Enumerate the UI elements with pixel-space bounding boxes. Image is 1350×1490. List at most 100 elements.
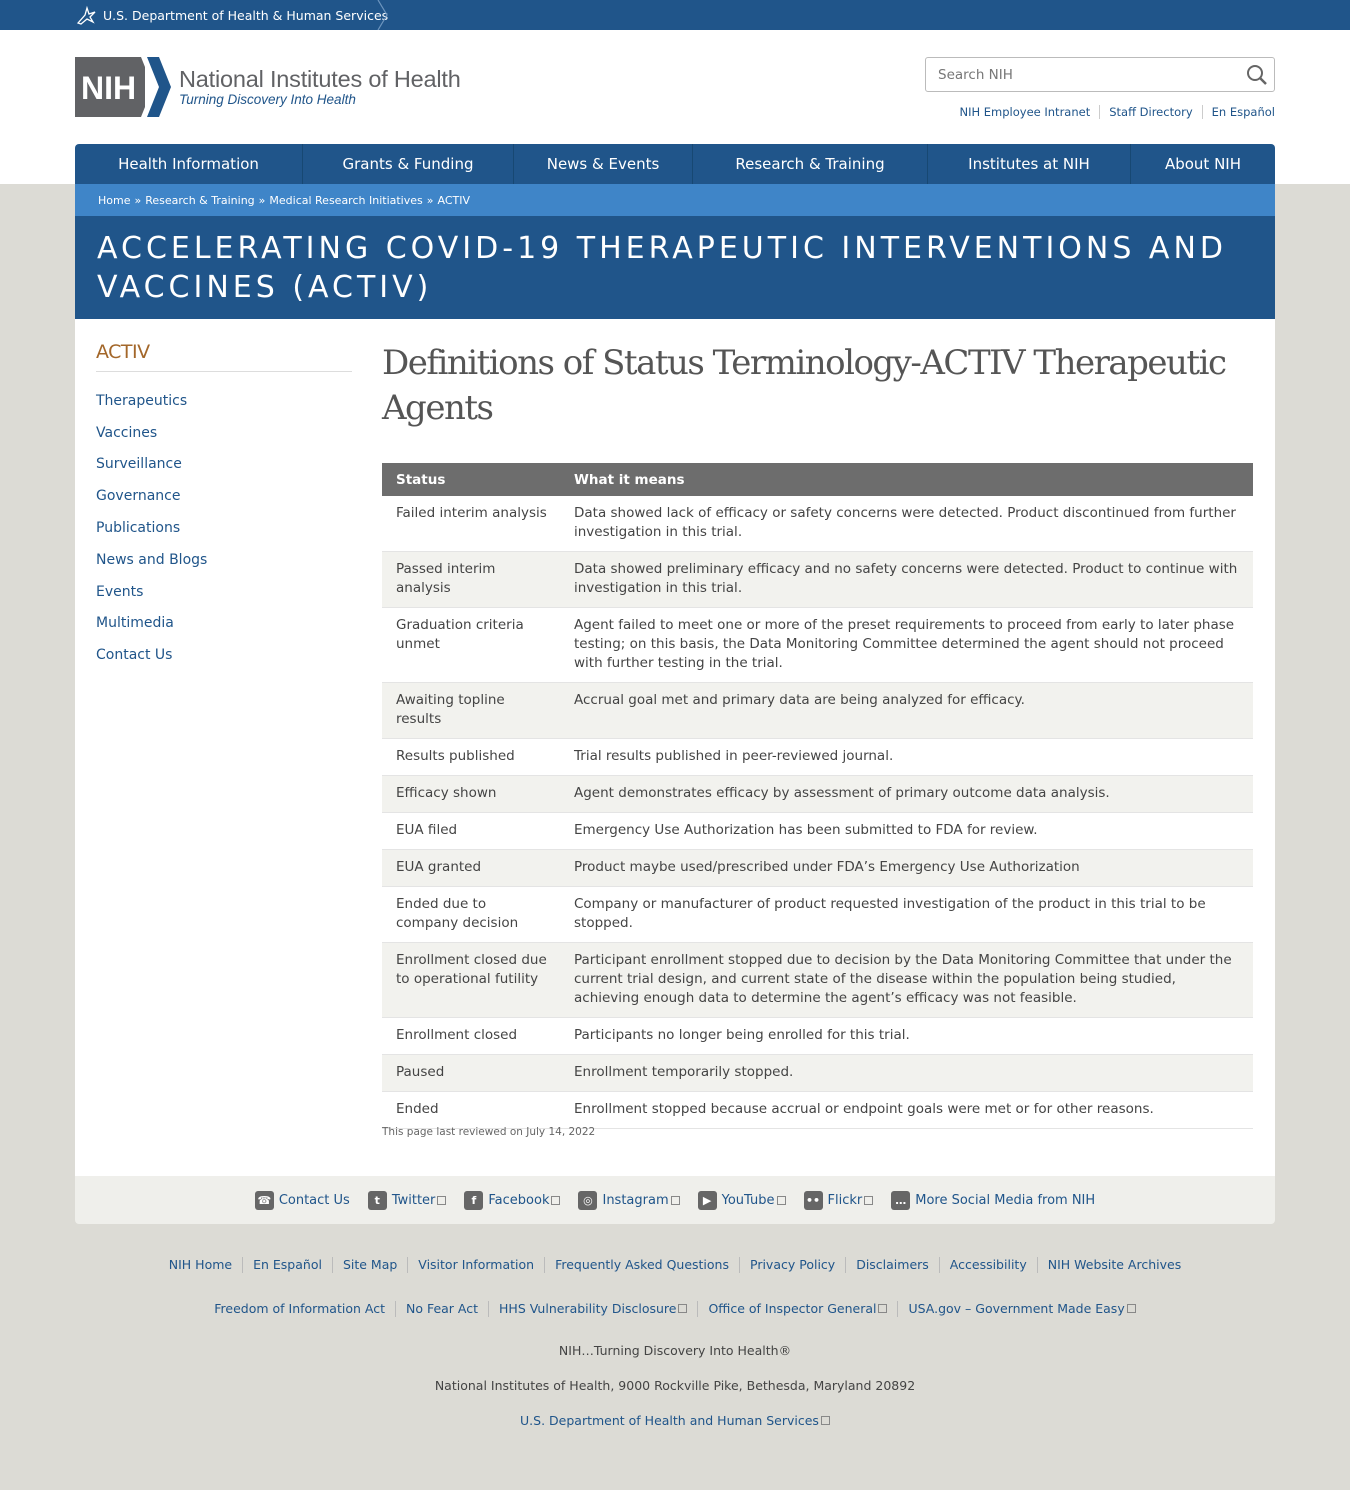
- meaning-cell: Data showed preliminary efficacy and no …: [560, 551, 1253, 608]
- sidebar-item-contact-us[interactable]: Contact Us: [96, 639, 352, 671]
- status-cell: Results published: [382, 738, 560, 776]
- external-link-icon: [1126, 1304, 1136, 1313]
- breadcrumb-medical-research[interactable]: Medical Research Initiatives: [269, 194, 422, 207]
- instagram-icon: ◎: [578, 1190, 598, 1210]
- sidebar-item-multimedia[interactable]: Multimedia: [96, 608, 352, 640]
- status-cell: Ended due to company decision: [382, 886, 560, 943]
- utility-link-intranet[interactable]: NIH Employee Intranet: [950, 105, 1099, 119]
- column-header-status: Status: [382, 463, 560, 496]
- nav-news-events[interactable]: News & Events: [514, 144, 693, 184]
- table-row: Ended Enrollment stopped because accrual …: [382, 1091, 1253, 1129]
- social-label: Contact Us: [278, 1192, 350, 1208]
- social-bar: ☎ Contact Us t Twitter f Facebook ◎ Inst…: [75, 1176, 1275, 1224]
- meaning-cell: Product maybe used/prescribed under FDA’…: [560, 849, 1253, 887]
- external-link-icon: [776, 1195, 786, 1205]
- footer-link-privacy[interactable]: Privacy Policy: [739, 1257, 845, 1273]
- sidebar-item-label[interactable]: Multimedia: [96, 615, 174, 631]
- footer-link-disclaimers[interactable]: Disclaimers: [845, 1257, 939, 1273]
- sidebar-item-publications[interactable]: Publications: [96, 512, 352, 544]
- footer-link-faq[interactable]: Frequently Asked Questions: [544, 1257, 739, 1273]
- social-instagram[interactable]: ◎ Instagram: [578, 1190, 680, 1210]
- footer-link-espanol[interactable]: En Español: [242, 1257, 332, 1273]
- main-content: Definitions of Status Terminology-ACTIV …: [382, 341, 1253, 1129]
- breadcrumb-separator: »: [426, 193, 434, 207]
- table-row: Graduation criteria unmet Agent failed to…: [382, 607, 1253, 683]
- hhs-link[interactable]: U.S. Department of Health & Human Servic…: [75, 0, 388, 30]
- external-link-icon: [678, 1304, 688, 1313]
- footer-link-label: HHS Vulnerability Disclosure: [499, 1301, 677, 1316]
- social-flickr[interactable]: •• Flickr: [803, 1190, 874, 1210]
- social-facebook[interactable]: f Facebook: [464, 1190, 561, 1210]
- nav-health-information[interactable]: Health Information: [75, 144, 303, 184]
- table-row: Results published Trial results published…: [382, 738, 1253, 776]
- footer-link-usa-gov[interactable]: USA.gov – Government Made Easy: [897, 1301, 1145, 1317]
- meaning-cell: Participant enrollment stopped due to de…: [560, 942, 1253, 1018]
- sidebar: ACTIV Therapeutics Vaccines Surveillance…: [96, 341, 352, 671]
- sidebar-item-label[interactable]: Events: [96, 584, 143, 600]
- sidebar-item-surveillance[interactable]: Surveillance: [96, 449, 352, 481]
- sidebar-item-governance[interactable]: Governance: [96, 480, 352, 512]
- breadcrumb-current: ACTIV: [437, 193, 470, 207]
- meaning-cell: Emergency Use Authorization has been sub…: [560, 812, 1253, 850]
- nav-grants-funding[interactable]: Grants & Funding: [303, 144, 514, 184]
- banner-title: ACCELERATING COVID-19 THERAPEUTIC INTERV…: [97, 231, 1227, 305]
- sidebar-item-label[interactable]: News and Blogs: [96, 552, 207, 568]
- search-icon[interactable]: [1246, 64, 1268, 86]
- sidebar-item-vaccines[interactable]: Vaccines: [96, 417, 352, 449]
- social-contact-us[interactable]: ☎ Contact Us: [254, 1190, 350, 1210]
- nav-research-training[interactable]: Research & Training: [693, 144, 928, 184]
- table-header-row: Status What it means: [382, 463, 1253, 496]
- meaning-cell: Enrollment temporarily stopped.: [560, 1054, 1253, 1092]
- status-cell: Enrollment closed: [382, 1017, 560, 1055]
- footer-links-secondary: Freedom of Information Act No Fear Act H…: [0, 1301, 1350, 1317]
- footer-link-no-fear[interactable]: No Fear Act: [394, 1301, 488, 1317]
- footer-link-label: Office of Inspector General: [708, 1301, 877, 1316]
- sidebar-item-label[interactable]: Surveillance: [96, 456, 182, 472]
- sidebar-item-label[interactable]: Vaccines: [96, 425, 157, 441]
- meaning-cell: Trial results published in peer-reviewed…: [560, 738, 1253, 776]
- search-input[interactable]: [926, 58, 1226, 91]
- social-more[interactable]: … More Social Media from NIH: [891, 1190, 1095, 1210]
- footer-hhs: U.S. Department of Health and Human Serv…: [0, 1413, 1350, 1428]
- column-header-meaning: What it means: [560, 463, 1253, 496]
- footer-link-hhs-vulnerability[interactable]: HHS Vulnerability Disclosure: [488, 1301, 697, 1317]
- footer-link-site-map[interactable]: Site Map: [331, 1257, 407, 1273]
- social-twitter[interactable]: t Twitter: [367, 1190, 447, 1210]
- utility-link-espanol[interactable]: En Español: [1201, 105, 1275, 119]
- footer-link-accessibility[interactable]: Accessibility: [938, 1257, 1037, 1273]
- sidebar-item-events[interactable]: Events: [96, 576, 352, 608]
- nav-institutes[interactable]: Institutes at NIH: [928, 144, 1131, 184]
- footer-link-archives[interactable]: NIH Website Archives: [1036, 1257, 1192, 1273]
- breadcrumb-home[interactable]: Home: [98, 194, 130, 207]
- social-youtube[interactable]: ▶ YouTube: [697, 1190, 786, 1210]
- chat-icon: …: [891, 1190, 911, 1210]
- footer-link-visitor-info[interactable]: Visitor Information: [407, 1257, 544, 1273]
- external-link-icon: [670, 1195, 680, 1205]
- social-label: Instagram: [602, 1192, 669, 1208]
- table-row: Awaiting topline results Accrual goal met…: [382, 682, 1253, 739]
- footer-hhs-link[interactable]: U.S. Department of Health and Human Serv…: [520, 1413, 830, 1428]
- social-label: Flickr: [827, 1192, 863, 1208]
- sidebar-item-label[interactable]: Therapeutics: [96, 393, 187, 409]
- table-row: Failed interim analysis Data showed lack …: [382, 496, 1253, 552]
- facebook-icon: f: [464, 1190, 484, 1210]
- utility-link-staff-directory[interactable]: Staff Directory: [1099, 105, 1201, 119]
- content-area: ACTIV Therapeutics Vaccines Surveillance…: [75, 319, 1275, 1176]
- footer-link-inspector-general[interactable]: Office of Inspector General: [697, 1301, 897, 1317]
- utility-links: NIH Employee Intranet Staff Directory En…: [950, 105, 1275, 119]
- breadcrumb-research-training[interactable]: Research & Training: [145, 194, 254, 207]
- nav-about-nih[interactable]: About NIH: [1131, 144, 1275, 184]
- footer-link-nih-home[interactable]: NIH Home: [159, 1257, 242, 1273]
- sidebar-item-label[interactable]: Contact Us: [96, 647, 172, 663]
- sidebar-item-news-blogs[interactable]: News and Blogs: [96, 544, 352, 576]
- sidebar-item-label[interactable]: Governance: [96, 488, 180, 504]
- footer-link-foia[interactable]: Freedom of Information Act: [204, 1301, 395, 1317]
- breadcrumb-separator: »: [258, 193, 266, 207]
- social-label: Facebook: [488, 1192, 550, 1208]
- sidebar-item-therapeutics[interactable]: Therapeutics: [96, 385, 352, 417]
- breadcrumb-separator: »: [134, 193, 142, 207]
- sidebar-item-label[interactable]: Publications: [96, 520, 180, 536]
- footer-tagline: NIH…Turning Discovery Into Health®: [558, 1343, 792, 1358]
- nih-logo[interactable]: NIH National Institutes of Health Turnin…: [75, 57, 461, 117]
- footer-address: National Institutes of Health, 9000 Rock…: [434, 1378, 916, 1393]
